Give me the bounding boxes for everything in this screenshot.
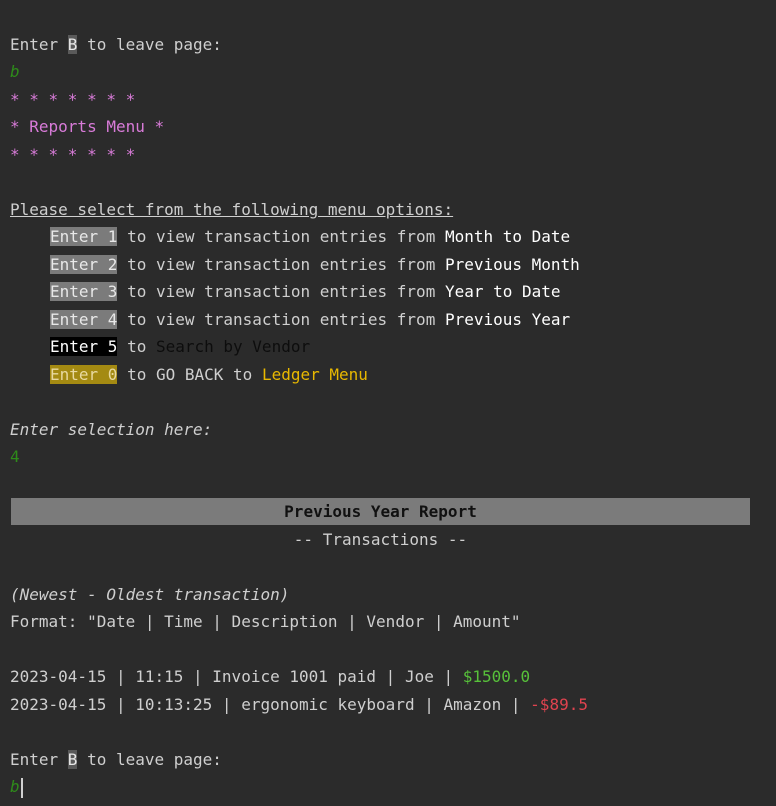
menu-option-4: Enter 4 to view transaction entries from… <box>50 310 571 329</box>
stars-bottom: * * * * * * * <box>10 145 136 164</box>
leave-page-input-line[interactable]: b <box>10 775 23 799</box>
text-cursor <box>20 777 23 798</box>
menu-option-0: Enter 0 to GO BACK to Ledger Menu <box>50 365 368 384</box>
leave-key: B <box>67 35 78 54</box>
transaction-row: 2023-04-15 | 11:15 | Invoice 1001 paid |… <box>10 667 531 686</box>
option-key: Enter 5 <box>50 337 118 356</box>
stars-top: * * * * * * * <box>10 90 136 109</box>
transaction-amount: -$89.5 <box>530 695 588 714</box>
leave-key: B <box>67 750 78 769</box>
option-key: Enter 4 <box>50 310 118 329</box>
option-key: Enter 3 <box>50 282 118 301</box>
option-key: Enter 0 <box>50 365 118 384</box>
leave-page-prompt: Enter B to leave page: <box>10 750 222 769</box>
terminal-output: Enter B to leave page: b * * * * * * * *… <box>0 0 776 806</box>
menu-option-5: Enter 5 to Search by Vendor <box>50 337 311 356</box>
report-title-banner: Previous Year Report <box>11 498 750 525</box>
order-note: (Newest - Oldest transaction) <box>10 585 290 604</box>
report-subtitle: -- Transactions -- <box>293 530 468 549</box>
selection-prompt: Enter selection here: <box>10 420 213 439</box>
transaction-row: 2023-04-15 | 10:13:25 | ergonomic keyboa… <box>10 695 588 714</box>
format-line: Format: "Date | Time | Description | Ven… <box>10 612 521 631</box>
option-key: Enter 2 <box>50 255 118 274</box>
transaction-amount: $1500.0 <box>462 667 531 686</box>
menu-option-2: Enter 2 to view transaction entries from… <box>50 255 580 274</box>
leave-page-input: b <box>10 62 20 81</box>
leave-page-prompt: Enter B to leave page: <box>10 35 222 54</box>
menu-title: * Reports Menu * <box>10 117 165 136</box>
leave-page-input[interactable]: b <box>10 777 20 796</box>
menu-option-1: Enter 1 to view transaction entries from… <box>50 227 571 246</box>
option-key: Enter 1 <box>50 227 118 246</box>
selection-input: 4 <box>10 447 20 466</box>
menu-instruction: Please select from the following menu op… <box>10 200 454 219</box>
menu-option-3: Enter 3 to view transaction entries from… <box>50 282 561 301</box>
